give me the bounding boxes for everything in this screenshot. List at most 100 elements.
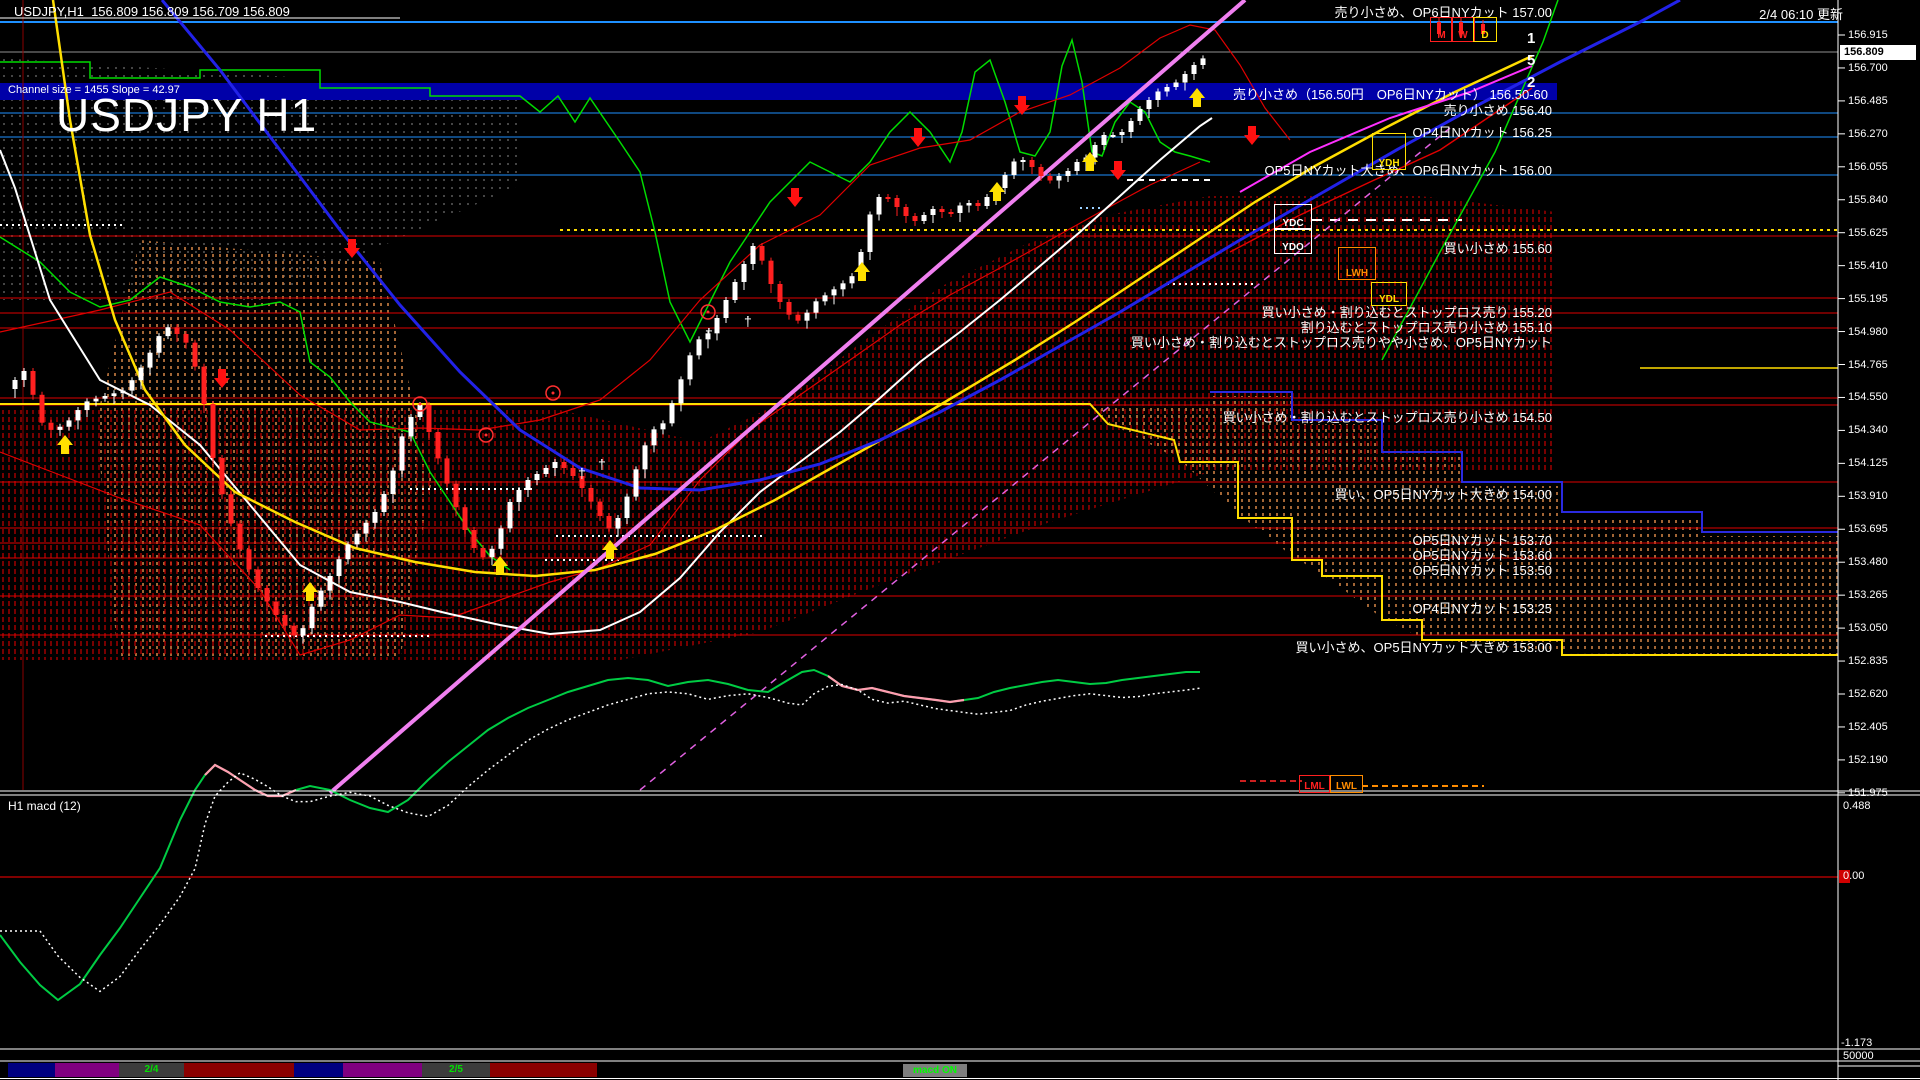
candle-body <box>355 534 360 545</box>
candle-body <box>202 367 207 404</box>
candle-body <box>283 615 288 626</box>
indicator-box-lwl: LWL <box>1330 775 1363 793</box>
candle-body <box>886 197 891 199</box>
candle-body <box>274 602 279 616</box>
candle-body <box>67 420 72 426</box>
price-tick: 154.765 <box>1848 359 1888 371</box>
indicator-box-m: M <box>1430 17 1453 42</box>
candle-body <box>904 207 909 216</box>
candle-body <box>922 215 927 221</box>
candle-body <box>409 417 414 436</box>
candle-body <box>769 261 774 284</box>
session-segment[interactable] <box>8 1063 55 1077</box>
dagger-marker-icon: † <box>744 313 752 329</box>
session-segment[interactable] <box>184 1063 294 1077</box>
candle-body <box>913 216 918 221</box>
fan-label-1: 1 <box>1527 30 1535 47</box>
macd-signal-line <box>0 684 1200 991</box>
candle-body <box>598 502 603 516</box>
candle-body <box>562 462 567 468</box>
price-tick: 152.405 <box>1848 721 1888 733</box>
indicator-box-label: LWL <box>1331 781 1362 792</box>
session-segment[interactable] <box>490 1063 597 1077</box>
candle-body <box>76 410 81 420</box>
price-tick: 152.190 <box>1848 754 1888 766</box>
candle-body <box>1003 175 1008 188</box>
candle-body <box>1174 83 1179 88</box>
candle-body <box>337 559 342 576</box>
indicator-box-label: YDO <box>1275 242 1311 253</box>
candle-body <box>166 327 171 336</box>
candle-body <box>553 462 558 468</box>
dagger-marker-icon: † <box>705 325 713 341</box>
price-tick: 155.410 <box>1848 260 1888 272</box>
candle-body <box>634 469 639 496</box>
candle-body <box>472 530 477 548</box>
indicator-box-ydh: YDH <box>1372 133 1406 170</box>
indicator-box-lwh: LWH <box>1338 247 1376 280</box>
session-segment[interactable]: 2/4 <box>119 1063 184 1077</box>
candle-body <box>1039 167 1044 176</box>
price-tick: 154.125 <box>1848 457 1888 469</box>
session-segment[interactable] <box>55 1063 119 1077</box>
candle-body <box>1156 92 1161 101</box>
circle-marker-dot <box>707 311 710 314</box>
indicator-box-label: W <box>1452 30 1474 41</box>
candle-body <box>931 209 936 215</box>
price-tick: 154.340 <box>1848 424 1888 436</box>
candle-body <box>211 404 216 458</box>
candle-body <box>436 432 441 458</box>
candle-body <box>679 379 684 403</box>
candle-body <box>976 203 981 206</box>
candle-body <box>1102 135 1107 145</box>
indicator-box-label: LML <box>1300 781 1329 792</box>
candle-body <box>670 403 675 423</box>
candle-body <box>427 405 432 432</box>
candle-body <box>130 380 135 390</box>
candle-body <box>1138 109 1143 121</box>
candle-body <box>1201 58 1206 65</box>
candle-body <box>571 468 576 476</box>
candle-body <box>1111 135 1116 137</box>
price-tick: 153.695 <box>1848 523 1888 535</box>
candle-body <box>607 516 612 529</box>
session-segment[interactable]: 2/5 <box>422 1063 490 1077</box>
indicator-box-label: M <box>1431 30 1452 41</box>
fan-label-5: 5 <box>1527 52 1535 69</box>
symbol-period: USDJPY,H1 <box>14 4 84 19</box>
candle-body <box>832 289 837 295</box>
candle-body <box>103 396 108 399</box>
candle-body <box>490 549 495 557</box>
session-segment[interactable] <box>343 1063 422 1077</box>
price-tick: 153.480 <box>1848 556 1888 568</box>
session-segment[interactable] <box>294 1063 343 1077</box>
price-tick: 152.835 <box>1848 655 1888 667</box>
channel-size-label: Channel size = 1455 Slope = 42.97 <box>8 84 180 96</box>
candle-body <box>364 523 369 534</box>
candle-body <box>31 371 36 395</box>
candle-body <box>850 276 855 283</box>
candle-body <box>1012 162 1017 176</box>
candle-body <box>589 488 594 502</box>
macd-axis-bottom: -1.173 <box>1841 1037 1872 1049</box>
candle-body <box>526 480 531 490</box>
candle-body <box>751 246 756 264</box>
candle-body <box>625 497 630 518</box>
price-tick: 155.625 <box>1848 227 1888 239</box>
level-annotation: OP5日NYカット 153.50 <box>1413 560 1552 579</box>
chart-canvas[interactable]: †††† <box>0 0 1920 1080</box>
price-tick: 156.915 <box>1848 29 1888 41</box>
level-annotation: 買い小さめ・割り込むとストップロス売り小さめ 154.50 <box>1223 407 1552 426</box>
macd-toggle-button[interactable]: macd ON <box>903 1064 967 1077</box>
indicator-box-label: YDH <box>1373 158 1405 169</box>
date-label: 2/4 <box>119 1064 184 1075</box>
dagger-marker-icon: † <box>598 456 606 472</box>
candle-body <box>1021 160 1026 162</box>
candle-body <box>895 198 900 207</box>
price-tick: 154.550 <box>1848 391 1888 403</box>
price-tick: 154.980 <box>1848 326 1888 338</box>
level-annotation: 売り小さめ 156.40 <box>1444 100 1552 119</box>
indicator-box-ydo: YDO <box>1274 228 1312 254</box>
buy-arrow-icon <box>854 262 870 281</box>
candle-body <box>715 318 720 333</box>
